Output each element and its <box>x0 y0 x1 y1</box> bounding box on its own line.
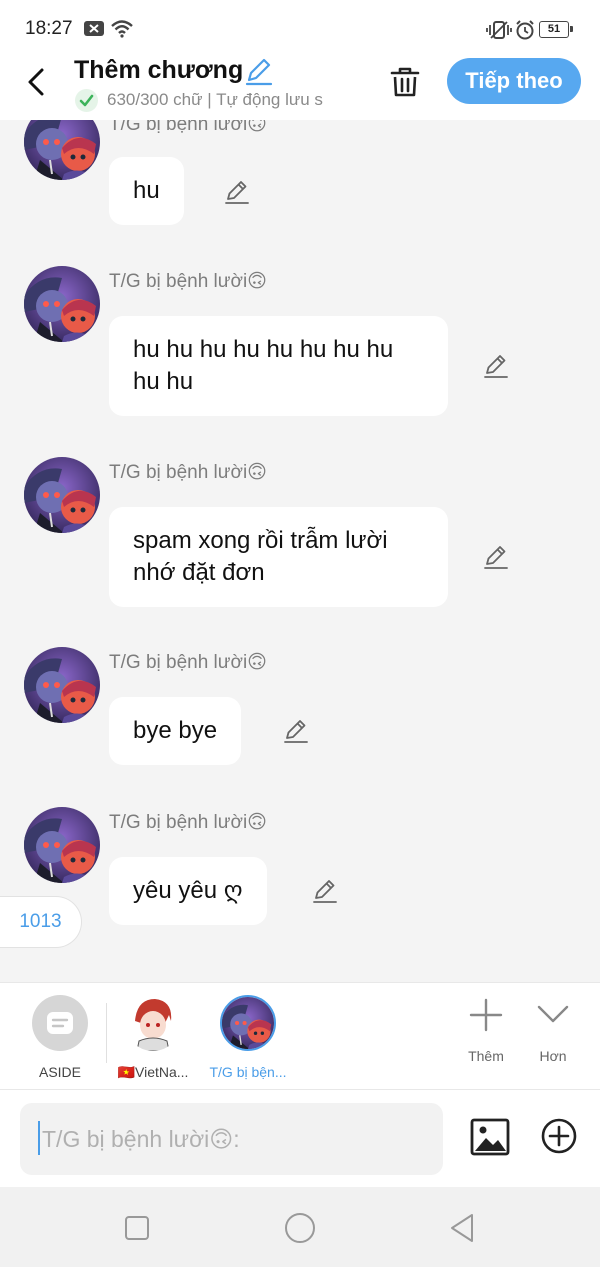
header: Thêm chương 630/300 chữ | Tự động lưu s … <box>0 56 600 120</box>
edit-message-icon[interactable] <box>311 877 339 905</box>
message-text: yêu yêu ღ <box>133 877 243 904</box>
input-placeholder: T/G bị bệnh lười🙃: <box>42 1126 240 1152</box>
message-input[interactable]: T/G bị bệnh lười🙃: <box>20 1103 443 1175</box>
message-text-line: hu hu <box>133 368 194 395</box>
notification-icon <box>84 21 104 36</box>
next-button[interactable]: Tiếp theo <box>447 58 581 104</box>
add-character-button[interactable]: Thêm <box>456 997 516 1064</box>
divider <box>106 1003 107 1063</box>
character-label: T/G bị bện... <box>209 1064 287 1080</box>
word-count-badge[interactable]: 1013 <box>0 896 82 948</box>
message-bubble[interactable]: bye bye <box>109 697 242 765</box>
word-count-autosave-status: 630/300 chữ | Tự động lưu s <box>107 90 323 109</box>
add-circle-icon[interactable] <box>541 1118 577 1154</box>
author-avatar[interactable] <box>24 457 100 533</box>
message-bubble[interactable]: hu <box>109 157 184 225</box>
saved-check-icon <box>75 89 98 112</box>
edit-message-icon[interactable] <box>223 178 251 206</box>
character-bar: ASIDE 🇻🇳VietNa... T/G bị bện... Thêm Hơn <box>0 982 600 1090</box>
edit-title-icon[interactable] <box>244 56 274 86</box>
message-bubble[interactable]: spam xong rồi trẫm lười nhớ đặt đơn <box>109 507 448 607</box>
plus-icon <box>469 998 503 1032</box>
message-bubble[interactable]: hu hu hu hu hu hu hu hu hu hu <box>109 316 448 416</box>
input-area: T/G bị bệnh lười🙃: <box>0 1090 600 1187</box>
wifi-icon <box>111 20 133 38</box>
message-sender: T/G bị bệnh lười🙃 <box>109 812 267 833</box>
image-icon[interactable] <box>470 1118 510 1156</box>
edit-message-icon[interactable] <box>482 543 510 571</box>
battery-indicator: 51 <box>539 21 573 38</box>
character-avatar <box>125 995 181 1051</box>
character-author[interactable]: T/G bị bện... <box>208 995 288 1080</box>
edit-message-icon[interactable] <box>282 717 310 745</box>
message-bubble[interactable]: yêu yêu ღ <box>109 857 267 925</box>
message-text-line: spam xong rồi trẫm lười <box>133 527 388 554</box>
author-avatar[interactable] <box>24 120 100 180</box>
edit-message-icon[interactable] <box>482 352 510 380</box>
aside-icon <box>32 995 88 1051</box>
alarm-icon <box>516 20 534 40</box>
trash-icon[interactable] <box>388 64 422 100</box>
chat-messages[interactable]: T/G bị bệnh lười🙃 hu T/G bị bệnh lười🙃 h… <box>0 120 600 982</box>
add-label: Thêm <box>468 1048 504 1064</box>
message-sender: T/G bị bệnh lười🙃 <box>109 462 267 483</box>
character-vietnam[interactable]: 🇻🇳VietNa... <box>113 995 193 1081</box>
character-avatar <box>220 995 276 1051</box>
more-label: Hơn <box>539 1048 567 1064</box>
message-text: hu <box>133 177 160 204</box>
chevron-down-icon <box>537 1005 569 1023</box>
system-nav-bar <box>0 1187 600 1267</box>
author-avatar[interactable] <box>24 807 100 883</box>
character-label: 🇻🇳VietNa... <box>117 1064 189 1080</box>
character-label: ASIDE <box>38 1064 81 1080</box>
message-sender: T/G bị bệnh lười🙃 <box>109 120 267 135</box>
vibrate-icon <box>486 21 512 39</box>
message-sender: T/G bị bệnh lười🙃 <box>109 271 267 292</box>
message-text: bye bye <box>133 717 218 744</box>
back-icon[interactable] <box>446 1211 480 1245</box>
author-avatar[interactable] <box>24 266 100 342</box>
status-time: 18:27 <box>25 18 73 39</box>
message-text-line: hu hu hu hu hu hu hu hu <box>133 336 394 363</box>
back-arrow-icon[interactable] <box>22 64 52 100</box>
more-button[interactable]: Hơn <box>523 997 583 1064</box>
page-title: Thêm chương <box>74 56 244 84</box>
message-sender: T/G bị bệnh lười🙃 <box>109 652 267 673</box>
home-icon[interactable] <box>283 1211 317 1245</box>
status-bar: 18:27 51 <box>0 0 600 58</box>
text-caret <box>38 1121 40 1155</box>
recent-apps-icon[interactable] <box>120 1211 154 1245</box>
author-avatar[interactable] <box>24 647 100 723</box>
message-text-line: nhớ đặt đơn <box>133 559 265 586</box>
character-aside[interactable]: ASIDE <box>20 995 100 1080</box>
